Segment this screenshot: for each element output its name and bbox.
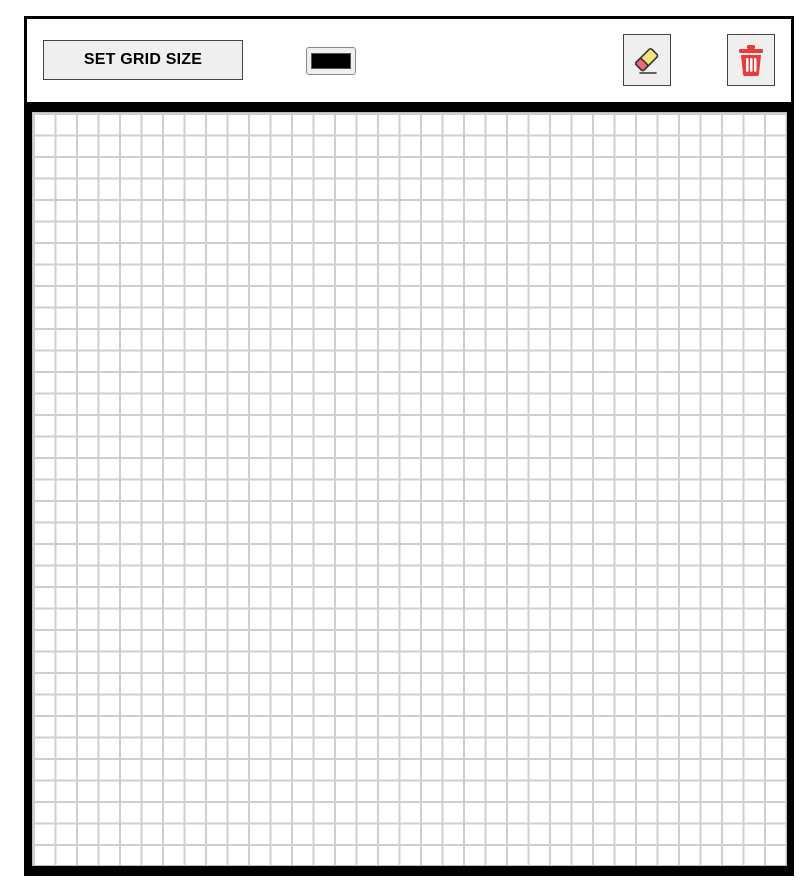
clear-canvas-button[interactable] [727,34,775,86]
toolbar: SET GRID SIZE [27,19,791,103]
eraser-button[interactable] [623,34,671,86]
color-picker[interactable] [306,47,356,75]
drawing-grid[interactable] [32,112,787,866]
sketch-app: SET GRID SIZE [24,16,794,876]
set-grid-size-button[interactable]: SET GRID SIZE [43,40,243,80]
color-swatch [311,53,351,69]
eraser-icon [635,48,659,74]
trash-icon [739,45,763,76]
